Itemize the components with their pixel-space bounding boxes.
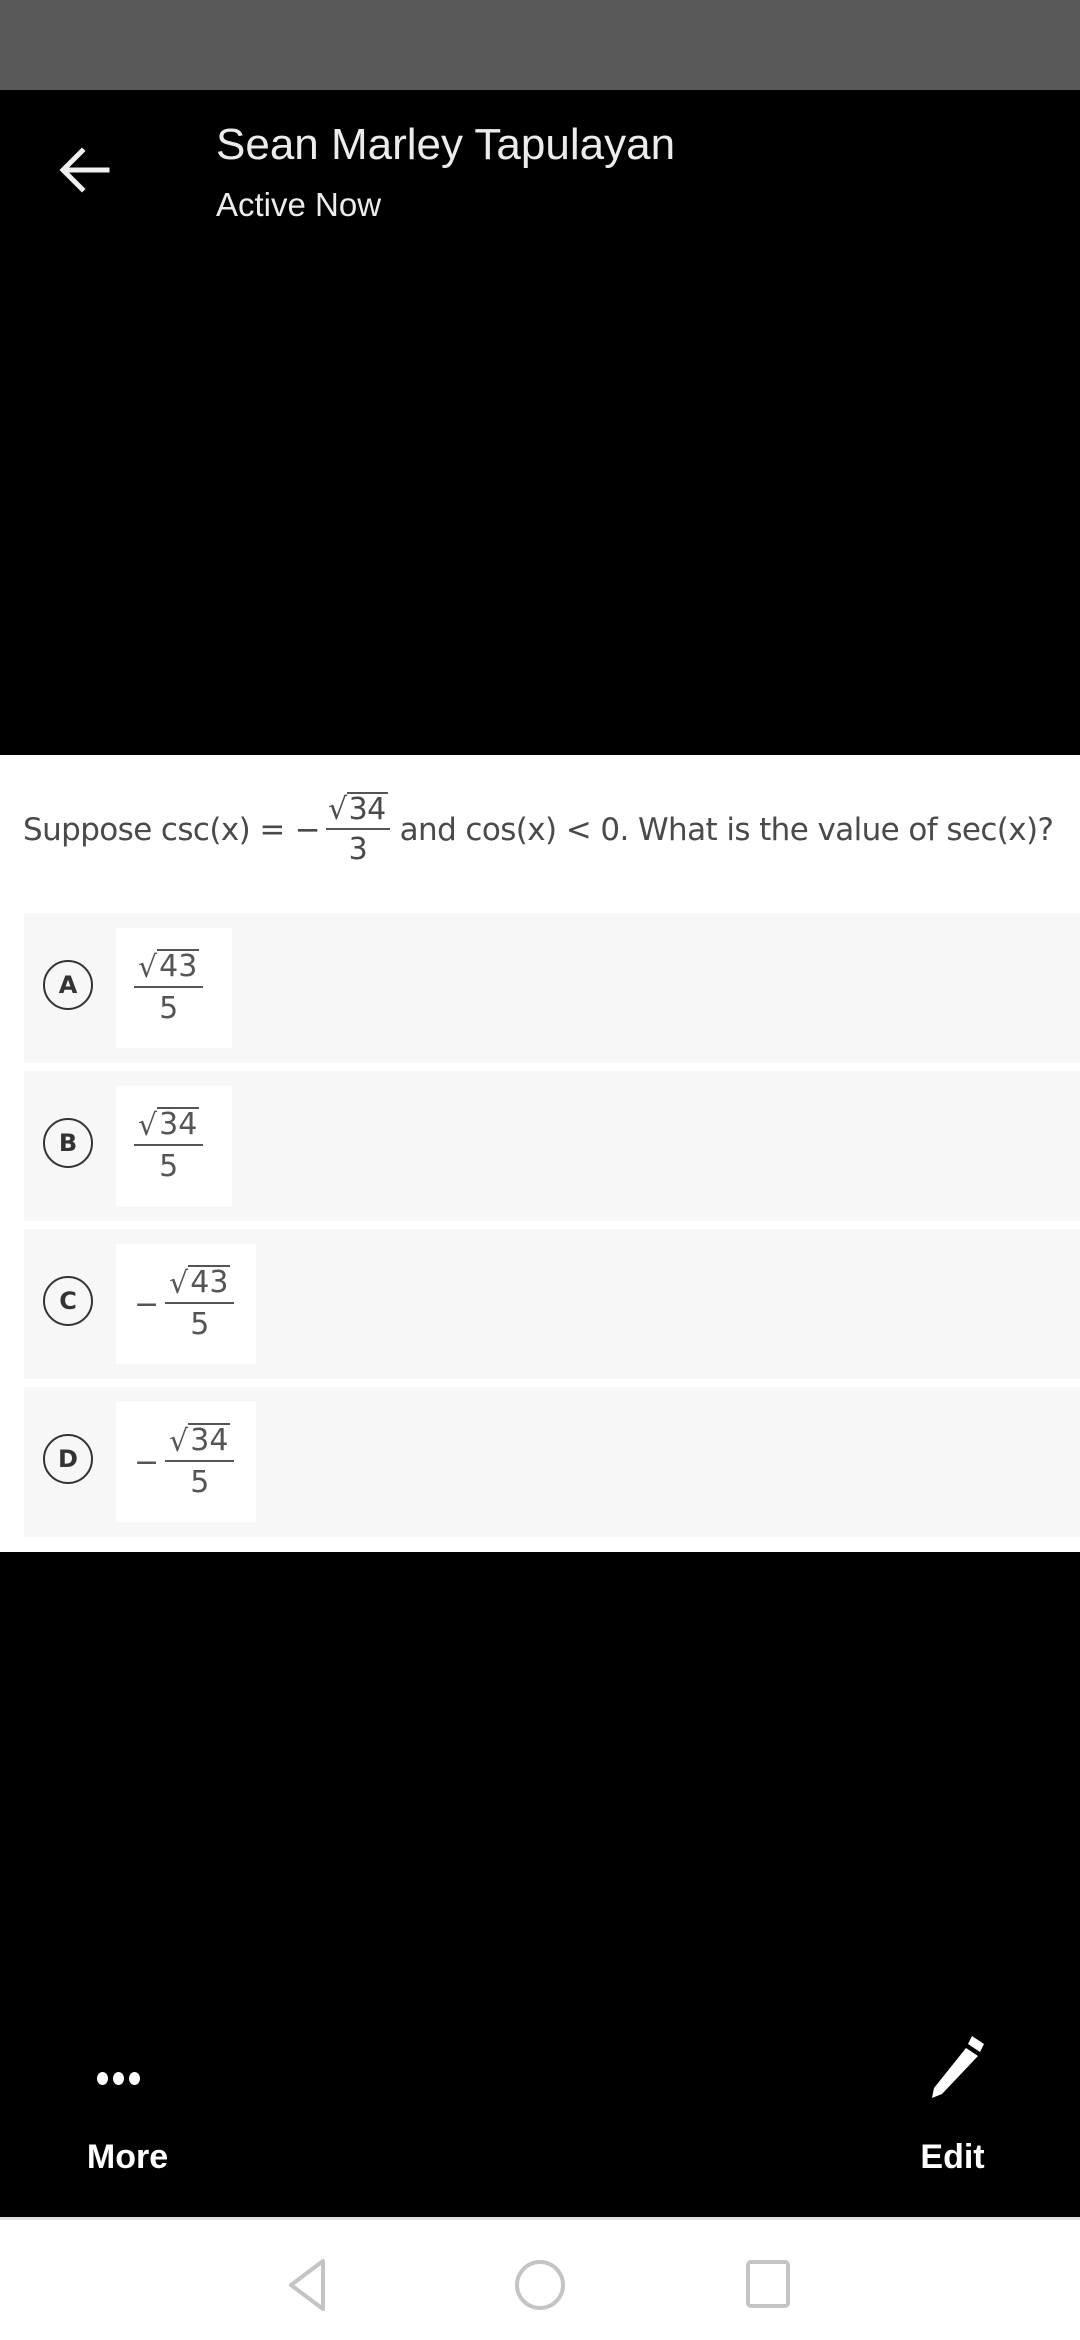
answer-box: − √ 34 5: [116, 1402, 256, 1522]
sqrt-symbol: √: [138, 1107, 158, 1143]
arrow-left-icon: [59, 147, 110, 193]
question-text: Suppose csc(x) = − √ 34 3 and cos(x) < 0.…: [23, 780, 1054, 880]
contact-status: Active Now: [216, 186, 382, 223]
edit-label: Edit: [920, 2138, 985, 2176]
answer-fraction: √ 34 5: [134, 1107, 204, 1185]
option-letter: B: [43, 1118, 93, 1168]
question-fraction: √ 34 3: [326, 791, 390, 869]
question-suffix: and cos(x) < 0. What is the value of sec…: [399, 812, 1054, 848]
option-letter: C: [43, 1276, 93, 1326]
answer-sign: −: [134, 1444, 160, 1480]
radicand: 34: [188, 1423, 231, 1458]
option-c[interactable]: C − √ 43 5: [24, 1229, 1080, 1379]
contact-name: Sean Marley Tapulayan: [216, 120, 676, 169]
system-back-button[interactable]: [273, 2250, 343, 2320]
fraction-numerator: √ 34: [165, 1423, 235, 1462]
more-horizontal-icon: [97, 2072, 140, 2085]
option-b[interactable]: B √ 34 5: [24, 1071, 1080, 1221]
edit-button[interactable]: Edit: [890, 2020, 1015, 2176]
answer-expression: − √ 43 5: [134, 1265, 235, 1343]
sqrt-expression: √ 34: [328, 791, 388, 828]
answer-box: √ 43 5: [116, 928, 232, 1048]
sqrt-symbol: √: [169, 1423, 189, 1459]
fraction-numerator: √ 43: [165, 1265, 235, 1304]
fraction-denominator: 5: [190, 1465, 210, 1500]
option-letter: D: [43, 1434, 93, 1484]
square-recents-icon: [746, 2260, 790, 2308]
option-a[interactable]: A √ 43 5: [24, 913, 1080, 1063]
option-letter: A: [43, 960, 93, 1010]
question-prefix: Suppose csc(x) =: [23, 812, 285, 848]
back-button[interactable]: [44, 130, 124, 210]
answer-expression: − √ 34 5: [134, 1423, 235, 1501]
answer-fraction: √ 43 5: [165, 1265, 235, 1343]
answer-sign: −: [134, 1286, 160, 1322]
sqrt-symbol: √: [169, 1265, 189, 1301]
question-sign: −: [294, 812, 321, 848]
shared-image[interactable]: Suppose csc(x) = − √ 34 3 and cos(x) < 0.…: [0, 755, 1080, 1552]
sqrt-expression: √ 43: [169, 1265, 231, 1301]
fraction-numerator: √ 34: [326, 791, 390, 831]
more-button[interactable]: More: [60, 2020, 195, 2176]
fraction-denominator: 5: [159, 991, 179, 1026]
system-home-button[interactable]: [505, 2250, 575, 2320]
answer-box: √ 34 5: [116, 1086, 232, 1206]
more-label: More: [86, 2138, 169, 2176]
sqrt-expression: √ 43: [138, 949, 200, 985]
fraction-denominator: 5: [159, 1149, 179, 1184]
triangle-back-icon: [289, 2259, 325, 2311]
radicand: 34: [346, 791, 388, 827]
answer-fraction: √ 43 5: [134, 949, 204, 1027]
system-recents-button[interactable]: [733, 2250, 803, 2320]
radicand: 43: [157, 949, 200, 984]
radicand: 43: [188, 1265, 231, 1300]
radicand: 34: [157, 1107, 200, 1142]
fraction-numerator: √ 43: [134, 949, 204, 988]
option-d[interactable]: D − √ 34 5: [24, 1387, 1080, 1537]
answer-expression: √ 43 5: [134, 949, 204, 1027]
fraction-denominator: 3: [348, 832, 368, 868]
circle-home-icon: [515, 2260, 565, 2310]
chat-header: Sean Marley Tapulayan Active Now: [0, 90, 1080, 250]
fraction-numerator: √ 34: [134, 1107, 204, 1146]
sqrt-expression: √ 34: [138, 1107, 200, 1143]
sqrt-expression: √ 34: [169, 1423, 231, 1459]
system-nav-bar: [0, 2220, 1080, 2340]
answer-fraction: √ 34 5: [165, 1423, 235, 1501]
answer-box: − √ 43 5: [116, 1244, 256, 1364]
answer-expression: √ 34 5: [134, 1107, 204, 1185]
pencil-icon: [932, 2036, 984, 2098]
sqrt-symbol: √: [328, 792, 347, 828]
fraction-denominator: 5: [190, 1307, 210, 1342]
status-bar: [0, 0, 1080, 90]
sqrt-symbol: √: [138, 949, 158, 985]
